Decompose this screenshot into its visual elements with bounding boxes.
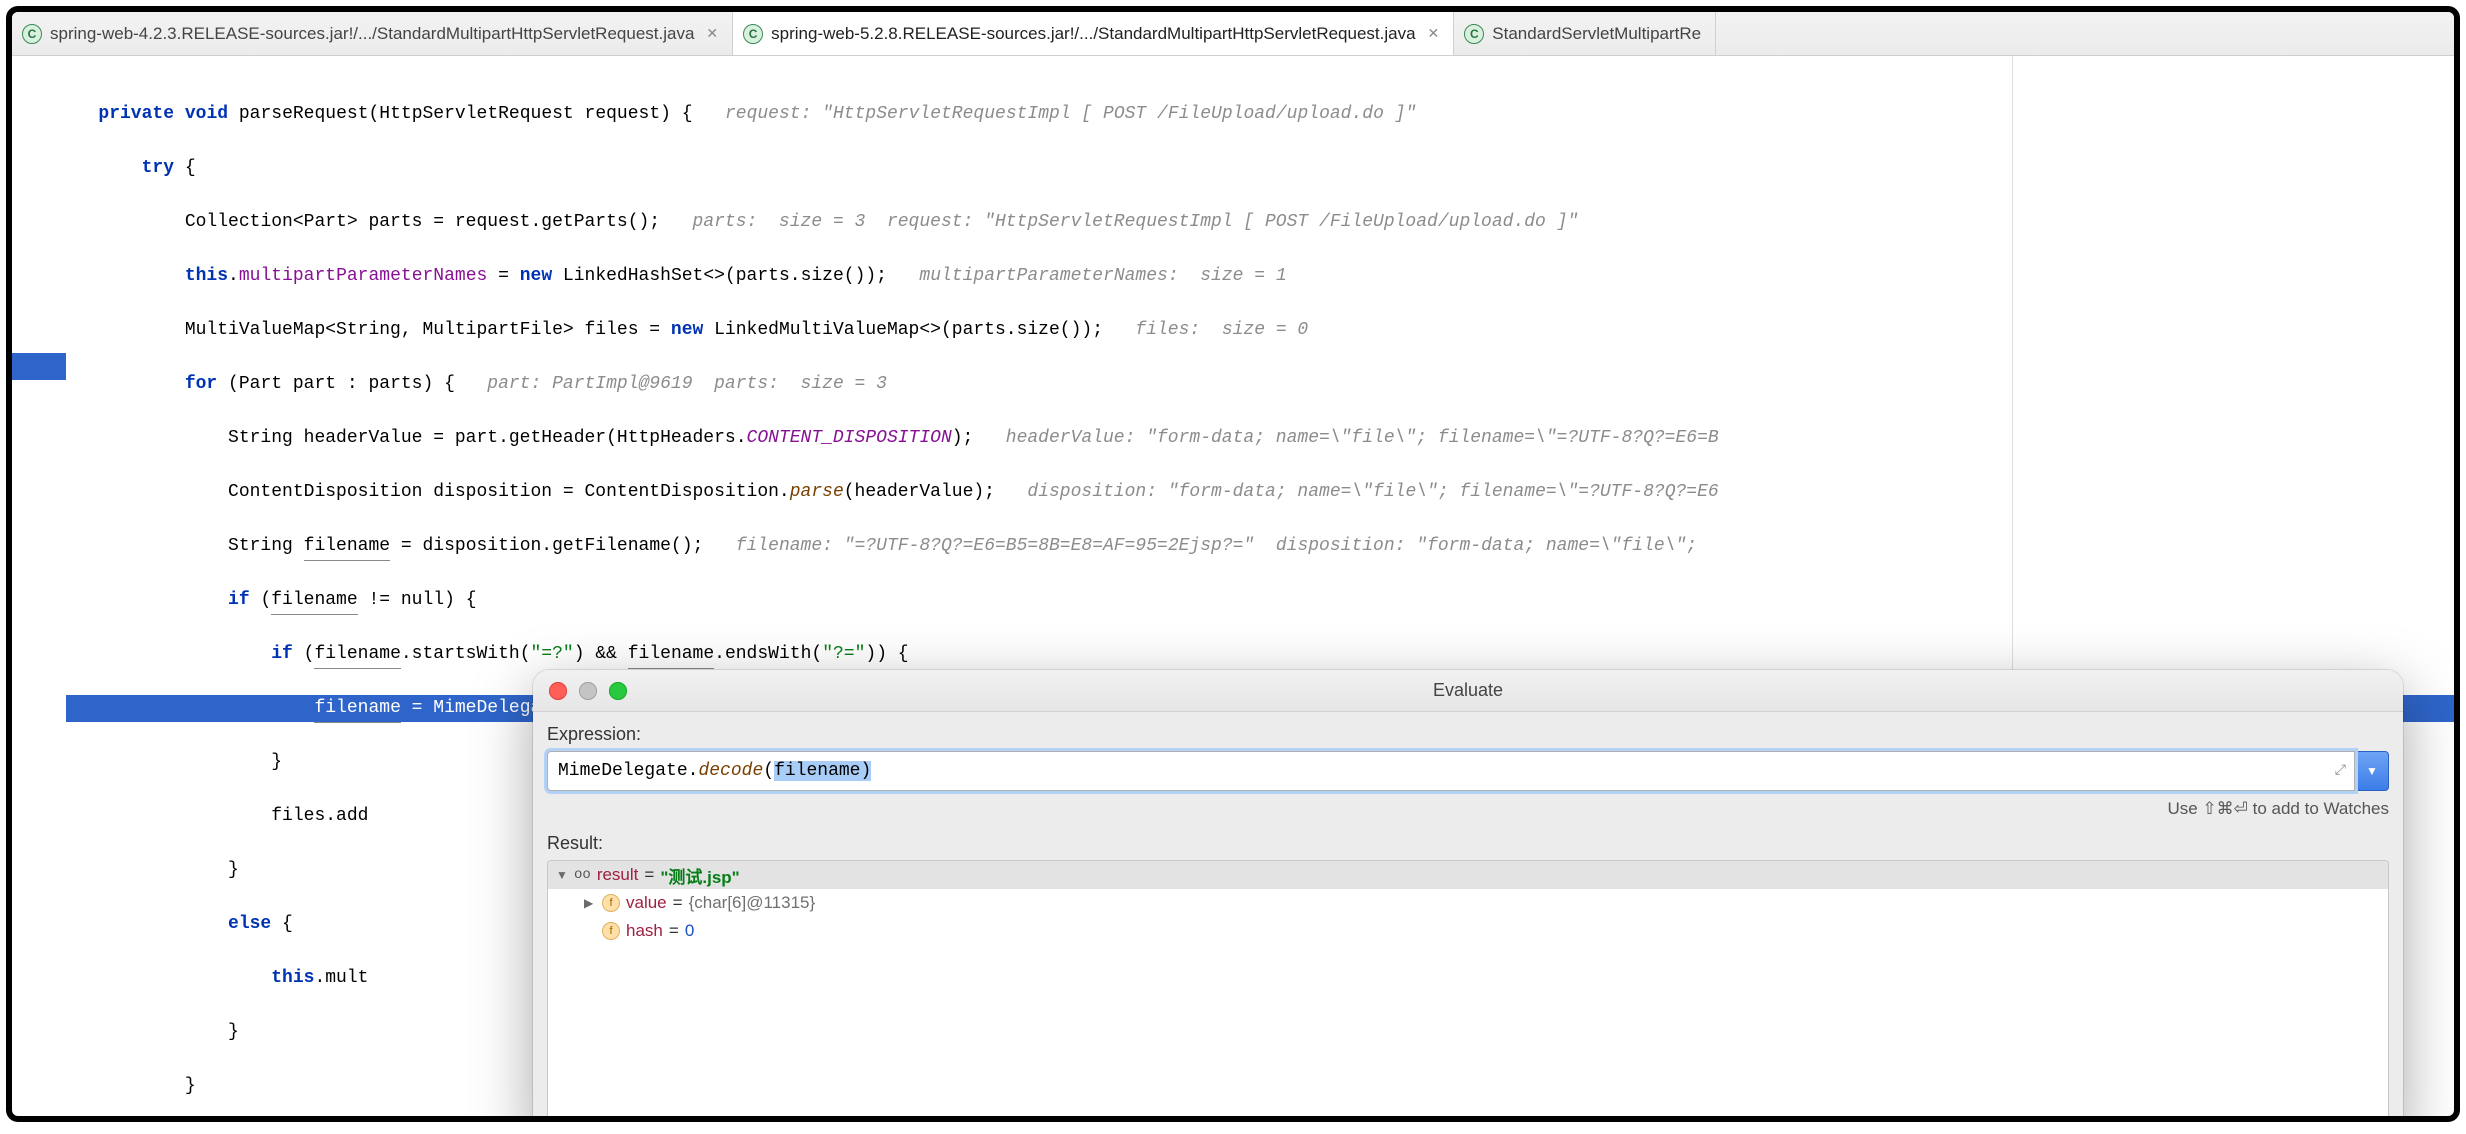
dialog-title: Evaluate [533, 680, 2403, 701]
gutter-highlight [12, 353, 66, 380]
field-icon: f [602, 922, 620, 940]
window-minimize-icon [579, 682, 597, 700]
result-label: Result: [547, 833, 2389, 854]
tab-file-1[interactable]: C spring-web-4.2.3.RELEASE-sources.jar!/… [12, 12, 733, 55]
expression-input[interactable]: MimeDelegate.decode(filename) ⤢ [547, 751, 2355, 791]
class-icon: C [22, 24, 42, 44]
tab-file-2[interactable]: C spring-web-5.2.8.RELEASE-sources.jar!/… [733, 12, 1454, 55]
result-row-hash[interactable]: f hash = 0 [548, 917, 2388, 945]
result-row-value[interactable]: ▶ f value = {char[6]@11315} [548, 889, 2388, 917]
chevron-down-icon: ▼ [2366, 764, 2378, 778]
expand-icon[interactable]: ⤢ [2335, 763, 2346, 779]
tab-label: spring-web-4.2.3.RELEASE-sources.jar!/..… [50, 24, 694, 44]
evaluate-dialog: Evaluate Expression: MimeDelegate.decode… [533, 670, 2403, 1122]
disclosure-down-icon[interactable]: ▼ [556, 868, 568, 882]
tab-file-3[interactable]: C StandardServletMultipartRe [1454, 12, 1716, 55]
disclosure-right-icon[interactable]: ▶ [584, 896, 596, 910]
editor-tabs: C spring-web-4.2.3.RELEASE-sources.jar!/… [12, 12, 2454, 56]
result-row-root[interactable]: ▼ oo result = "测试.jsp" [548, 861, 2388, 889]
tab-label: spring-web-5.2.8.RELEASE-sources.jar!/..… [771, 24, 1415, 44]
field-icon: f [602, 894, 620, 912]
close-icon[interactable]: ✕ [706, 25, 718, 42]
class-icon: C [1464, 24, 1484, 44]
window-close-icon[interactable] [549, 682, 567, 700]
close-icon[interactable]: ✕ [1428, 25, 1440, 42]
result-tree[interactable]: ▼ oo result = "测试.jsp" ▶ f value = {char… [547, 860, 2389, 1122]
window-zoom-icon[interactable] [609, 682, 627, 700]
instance-icon: oo [574, 867, 591, 883]
tab-label: StandardServletMultipartRe [1492, 24, 1701, 44]
class-icon: C [743, 24, 763, 44]
expression-history-dropdown[interactable]: ▼ [2355, 751, 2389, 791]
watches-hint: Use ⇧⌘⏎ to add to Watches [547, 799, 2389, 819]
expression-label: Expression: [547, 724, 2389, 745]
dialog-titlebar[interactable]: Evaluate [533, 670, 2403, 712]
